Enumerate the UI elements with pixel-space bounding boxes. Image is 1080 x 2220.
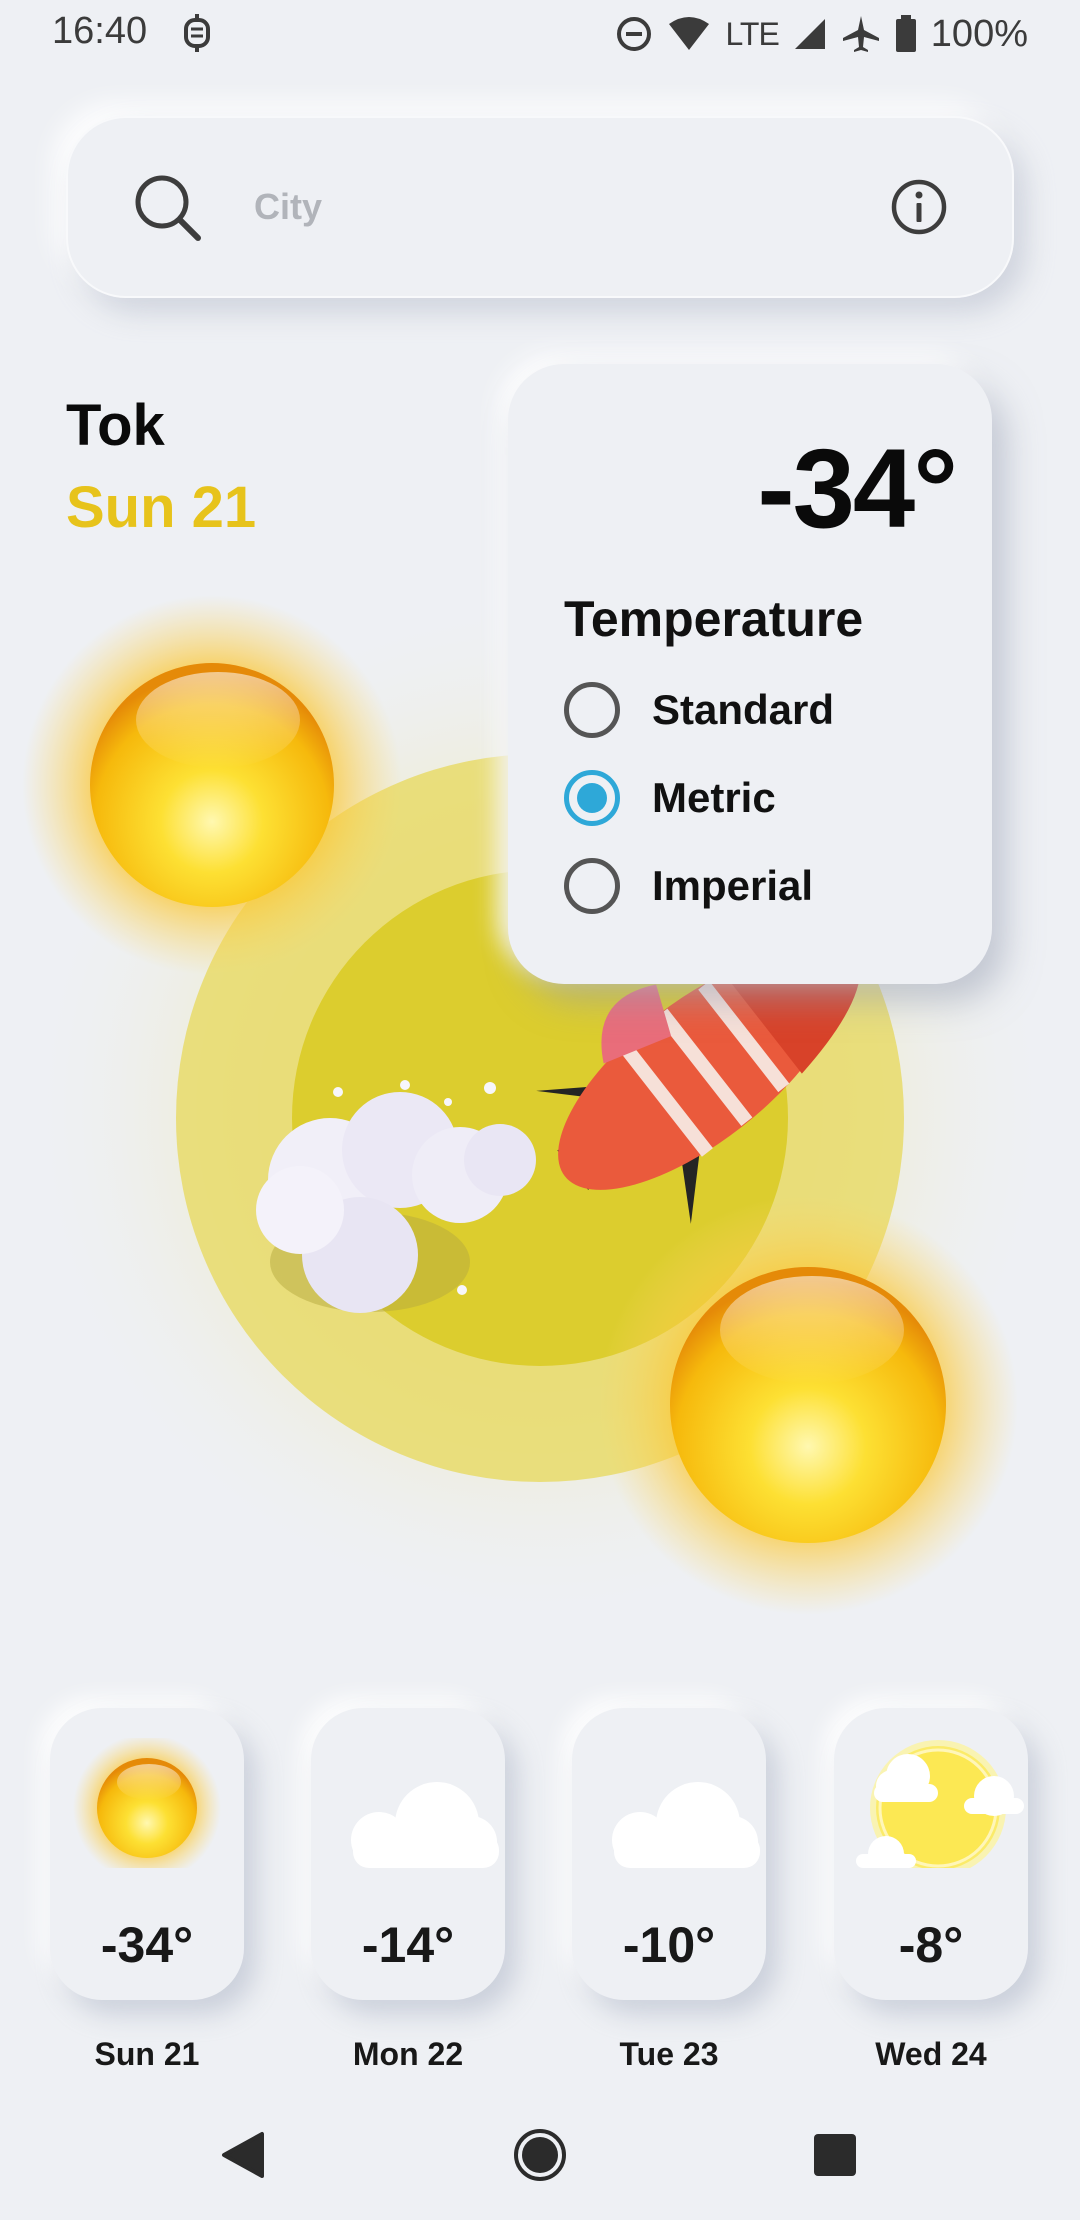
sun-icon — [598, 1195, 1018, 1615]
forecast-day: Sun 21 — [94, 2036, 200, 2072]
unit-label: Metric — [652, 774, 776, 821]
forecast-card-sun-21[interactable]: -34° — [50, 1708, 244, 2000]
recents-icon[interactable] — [800, 2120, 870, 2190]
sun-icon — [22, 595, 402, 975]
forecast-temp: -10° — [622, 1917, 716, 1973]
status-time: 16:40 — [52, 10, 148, 52]
notification-icon — [184, 14, 210, 52]
sun-cloud-icon — [856, 1740, 1024, 1868]
search-bar[interactable] — [66, 116, 1014, 298]
home-icon[interactable] — [505, 2120, 575, 2190]
search-icon[interactable] — [132, 172, 202, 242]
current-temperature: -34° — [757, 426, 958, 551]
network-type: LTE — [725, 15, 779, 52]
temperature-heading: Temperature — [564, 591, 864, 647]
forecast-day: Tue 23 — [619, 2036, 719, 2072]
status-icons: LTE 100% — [615, 10, 1028, 58]
city-name: Tok — [66, 393, 165, 458]
forecast-card-wed-24[interactable]: -8° — [834, 1708, 1028, 2000]
airplane-icon — [842, 16, 879, 52]
unit-option-imperial[interactable]: Imperial — [564, 856, 813, 916]
cell-signal-icon — [794, 19, 825, 49]
unit-label: Imperial — [652, 862, 814, 909]
forecast-temp: -34° — [100, 1917, 194, 1973]
unit-option-standard[interactable]: Standard — [564, 680, 834, 740]
unit-label: Standard — [652, 686, 835, 733]
battery-icon — [895, 15, 916, 52]
city-search-input[interactable] — [254, 174, 874, 240]
sun-icon — [73, 1738, 221, 1868]
radio-standard[interactable] — [564, 682, 620, 738]
do-not-disturb-icon — [617, 17, 652, 51]
info-icon[interactable] — [890, 178, 948, 236]
forecast-card-mon-22[interactable]: -14° — [311, 1708, 505, 2000]
weather-screen: 16:40 LTE 100% City Tok Sun 21 -34° Temp… — [0, 0, 1080, 2220]
battery-percent: 100% — [930, 12, 1028, 55]
forecast-day: Mon 22 — [352, 2036, 464, 2072]
cloud-icon — [612, 1782, 760, 1868]
forecast-card-tue-23[interactable]: -10° — [572, 1708, 766, 2000]
wifi-icon — [669, 17, 710, 50]
navigation-bar — [0, 2110, 1080, 2200]
unit-option-metric[interactable]: Metric — [564, 768, 776, 828]
radio-imperial[interactable] — [564, 858, 620, 914]
back-icon[interactable] — [210, 2120, 280, 2190]
status-bar: 16:40 LTE 100% — [0, 0, 1080, 70]
forecast-temp: -8° — [898, 1917, 964, 1973]
forecast-temp: -14° — [361, 1917, 455, 1973]
current-date: Sun 21 — [66, 475, 257, 540]
forecast-day: Wed 24 — [875, 2036, 987, 2072]
radio-metric[interactable] — [564, 770, 620, 826]
temperature-panel: -34° Temperature Standard Metric Imperia… — [508, 364, 992, 984]
cloud-icon — [351, 1782, 499, 1868]
